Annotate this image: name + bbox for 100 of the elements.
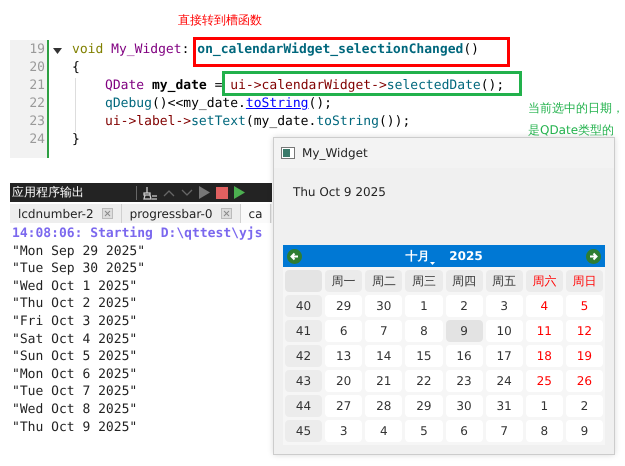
day-cell[interactable]: 21 (365, 370, 402, 392)
weekday-header: 周一 (325, 270, 362, 292)
day-cell[interactable]: 29 (325, 295, 362, 317)
day-cell[interactable]: 7 (365, 320, 402, 342)
panel-title: 应用程序输出 (12, 184, 84, 201)
line-number: 22 (28, 96, 46, 113)
output-line: "Mon Sep 29 2025" (11, 244, 146, 261)
day-cell[interactable]: 2 (566, 395, 603, 417)
output-line: "Thu Oct 9 2025" (11, 420, 138, 437)
day-cell[interactable]: 20 (325, 370, 362, 392)
day-cell[interactable]: 7 (486, 420, 523, 442)
day-cell[interactable]: 29 (405, 395, 442, 417)
code-line: void My_Widget: on_calendarWidget_selectionChanged() (72, 42, 480, 59)
weekday-header: 周二 (365, 270, 402, 292)
output-tab[interactable]: lcdnumber-2 (10, 204, 122, 223)
day-cell[interactable]: 26 (566, 370, 603, 392)
code-line: ui->label->setText(my_date.toString()); (75, 114, 504, 132)
day-cell[interactable]: 17 (486, 345, 523, 367)
line-number: 20 (28, 60, 46, 77)
code-line: QDate my_date = ui->calendarWidget->selectedDate(); (75, 78, 504, 96)
day-cell[interactable]: 19 (566, 345, 603, 367)
window-icon (281, 147, 295, 159)
close-icon[interactable] (220, 208, 232, 219)
line-number: 19 (28, 42, 46, 59)
day-cell[interactable]: 10 (486, 320, 523, 342)
output-line: "Fri Oct 3 2025" (11, 314, 138, 331)
line-number: 23 (28, 114, 46, 131)
day-cell[interactable]: 11 (526, 320, 563, 342)
weekday-header: 周日 (566, 270, 603, 292)
output-line: "Wed Oct 8 2025" (11, 402, 138, 419)
output-line: "Mon Oct 6 2025" (11, 366, 138, 384)
day-cell[interactable]: 16 (446, 345, 483, 367)
day-cell[interactable]: 15 (405, 345, 442, 367)
day-cell[interactable]: 30 (446, 395, 483, 417)
output-line: "Sun Oct 5 2025" (11, 349, 138, 366)
output-line: "Tue Sep 30 2025" (11, 261, 146, 278)
week-number: 40 (285, 295, 322, 317)
day-cell[interactable]: 3 (486, 295, 523, 317)
day-cell[interactable]: 14 (365, 345, 402, 367)
output-tab[interactable]: ca (240, 204, 272, 223)
output-line: 14:08:06: Starting D:\qttest\yjs (11, 226, 264, 243)
line-number: 21 (28, 78, 46, 95)
day-cell[interactable]: 23 (446, 370, 483, 392)
week-number: 44 (285, 395, 322, 417)
day-cell[interactable]: 28 (365, 395, 402, 417)
output-line: "Wed Oct 1 2025" (11, 278, 138, 296)
close-icon[interactable] (102, 208, 113, 219)
day-cell[interactable]: 12 (566, 320, 603, 342)
day-cell[interactable]: 4 (365, 420, 402, 442)
output-line: "Sat Oct 4 2025" (11, 332, 138, 349)
output-line: "Tue Oct 7 2025" (11, 384, 138, 402)
weekday-header: 周六 (526, 270, 563, 292)
week-number: 45 (285, 420, 322, 442)
day-cell[interactable]: 2 (446, 295, 483, 317)
day-cell[interactable]: 27 (325, 395, 362, 417)
weekday-header: 周三 (405, 270, 442, 292)
day-cell[interactable]: 6 (325, 320, 362, 342)
output-line: "Thu Oct 2 2025" (11, 296, 138, 314)
filter-icon[interactable] (143, 186, 157, 200)
day-cell[interactable]: 6 (446, 420, 483, 442)
week-number: 42 (285, 345, 322, 367)
day-cell[interactable]: 22 (405, 370, 442, 392)
day-cell[interactable]: 18 (526, 345, 563, 367)
day-cell[interactable]: 9 (566, 420, 603, 442)
week-number: 43 (285, 370, 322, 392)
day-cell[interactable]: 8 (405, 320, 442, 342)
weekday-header: 周四 (446, 270, 483, 292)
code-line: { (72, 60, 81, 77)
up-caret-icon[interactable] (163, 188, 175, 196)
date-label: Thu Oct 9 2025 (293, 185, 387, 199)
annotation-note: 当前选中的日期，是QDate类型的 (528, 100, 625, 139)
day-cell[interactable]: 13 (325, 345, 362, 367)
day-cell[interactable]: 9 (446, 320, 483, 342)
day-cell[interactable]: 31 (486, 395, 523, 417)
day-cell[interactable]: 24 (486, 370, 523, 392)
window-title: My_Widget (302, 146, 368, 160)
stop-icon[interactable] (216, 186, 228, 198)
week-number: 41 (285, 320, 322, 342)
code-line: } (72, 132, 81, 149)
run-icon[interactable] (234, 186, 245, 199)
year-button[interactable]: 2025 (449, 249, 483, 263)
caret-icon (430, 262, 436, 264)
day-cell[interactable]: 1 (405, 295, 442, 317)
day-cell[interactable]: 5 (405, 420, 442, 442)
day-cell[interactable]: 1 (526, 395, 563, 417)
day-cell[interactable]: 5 (566, 295, 603, 317)
day-cell[interactable]: 8 (526, 420, 563, 442)
down-caret-icon[interactable] (181, 188, 193, 196)
output-tab[interactable]: progressbar-0 (122, 204, 240, 223)
day-cell[interactable]: 3 (325, 420, 362, 442)
fold-arrow-icon[interactable] (53, 48, 62, 54)
line-number: 24 (28, 132, 46, 149)
day-cell[interactable]: 4 (526, 295, 563, 317)
day-cell[interactable]: 25 (526, 370, 563, 392)
run-icon[interactable] (199, 186, 210, 199)
day-cell[interactable]: 30 (365, 295, 402, 317)
code-line: qDebug()<<my_date.toString(); (75, 96, 504, 114)
month-dropdown[interactable]: 十月 (405, 248, 436, 264)
weekday-header: 周五 (486, 270, 523, 292)
annotation-note: 直接转到槽函数 (178, 12, 262, 29)
